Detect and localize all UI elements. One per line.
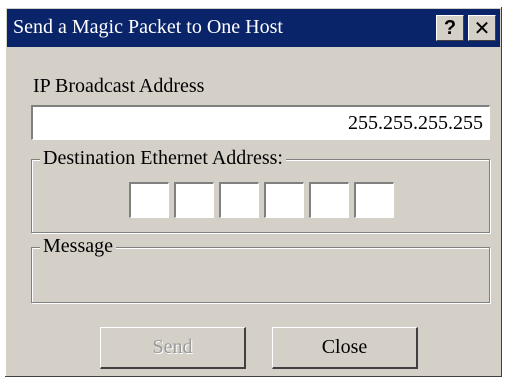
ip-broadcast-input[interactable] bbox=[31, 105, 490, 140]
window-title: Send a Magic Packet to One Host bbox=[13, 16, 283, 38]
destination-ethernet-group: Destination Ethernet Address: bbox=[31, 147, 490, 233]
ip-broadcast-label: IP Broadcast Address bbox=[33, 75, 205, 97]
magic-packet-dialog: Send a Magic Packet to One Host ? ✕ IP B… bbox=[4, 6, 503, 378]
help-button[interactable]: ? bbox=[436, 15, 464, 41]
question-mark-icon: ? bbox=[443, 16, 457, 39]
mac-octet-3-input[interactable] bbox=[219, 182, 259, 218]
mac-octet-5-input[interactable] bbox=[309, 182, 349, 218]
title-bar[interactable]: Send a Magic Packet to One Host ? ✕ bbox=[7, 9, 500, 47]
mac-octet-4-input[interactable] bbox=[264, 182, 304, 218]
message-label: Message bbox=[40, 235, 116, 258]
mac-octet-2-input[interactable] bbox=[174, 182, 214, 218]
destination-ethernet-label: Destination Ethernet Address: bbox=[40, 147, 286, 170]
send-button[interactable]: Send bbox=[100, 327, 246, 369]
close-button[interactable]: Close bbox=[272, 327, 418, 369]
message-text bbox=[35, 257, 489, 303]
close-icon: ✕ bbox=[473, 17, 491, 40]
mac-octet-6-input[interactable] bbox=[354, 182, 394, 218]
close-window-button[interactable]: ✕ bbox=[468, 15, 496, 41]
mac-octet-1-input[interactable] bbox=[129, 182, 169, 218]
